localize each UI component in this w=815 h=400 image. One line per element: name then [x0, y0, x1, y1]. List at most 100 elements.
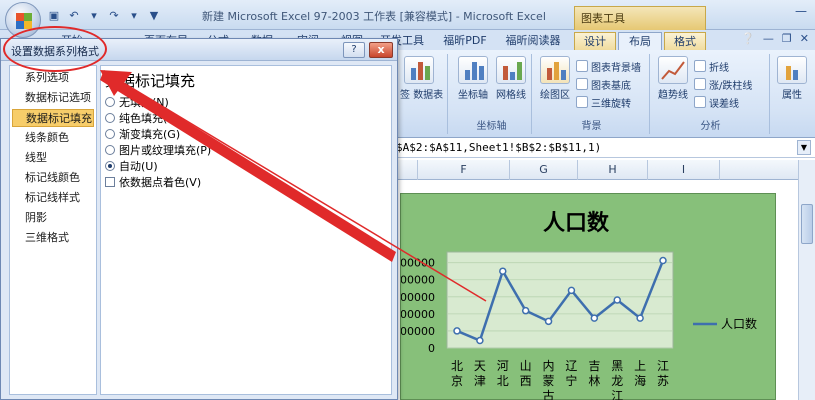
customize-qat-icon[interactable]: ▼ — [146, 7, 162, 23]
radio-gradient-fill[interactable] — [105, 128, 115, 139]
polyline-button[interactable]: 折线 — [694, 58, 729, 74]
group-title-background: 背景 — [581, 121, 602, 132]
nav-item-marker-fill[interactable]: 数据标记填充 — [12, 109, 94, 127]
tab-foxit-pdf[interactable]: 福昕PDF — [436, 32, 494, 50]
updown-bars-button[interactable]: 涨/跌柱线 — [694, 76, 752, 92]
chart-floor-button[interactable]: 图表基底 — [576, 76, 631, 92]
context-group-label: 图表工具 — [581, 12, 625, 25]
gridlines-icon — [496, 56, 526, 84]
trendline-button[interactable]: 趋势线 — [654, 56, 692, 101]
save-icon[interactable]: ▣ — [46, 7, 62, 23]
y-tick-label: 0000000 — [401, 257, 435, 270]
redo-icon[interactable]: ↷ — [106, 7, 122, 23]
nav-item-3d-format[interactable]: 三维格式 — [12, 229, 94, 247]
nav-item-marker-options[interactable]: 数据标记选项 — [12, 89, 94, 107]
nav-item-line-style[interactable]: 线型 — [12, 149, 94, 167]
data-point-marker[interactable] — [453, 327, 461, 335]
option-gradient-fill-label: 渐变填充(G) — [119, 127, 181, 141]
x-axis-ticks: 北京天津河北山西内蒙古辽宁吉林黑龙江上海江苏 — [451, 359, 669, 400]
data-point-marker[interactable] — [590, 314, 599, 322]
checkbox-vary-colors[interactable] — [105, 176, 115, 187]
option-picture-fill[interactable]: 图片或纹理填充(P) — [105, 142, 211, 157]
data-point-marker[interactable] — [521, 306, 530, 315]
x-tick-label: 山西 — [520, 359, 532, 388]
office-logo-icon — [16, 13, 32, 29]
data-table-icon — [404, 56, 434, 84]
nav-item-line-color[interactable]: 线条颜色 — [12, 129, 94, 147]
close-button[interactable]: x — [369, 42, 393, 58]
window-controls: — — [785, 0, 815, 22]
radio-automatic[interactable] — [105, 160, 115, 171]
option-solid-fill[interactable]: 纯色填充(S) — [105, 110, 179, 125]
chart-wall-button[interactable]: 图表背景墙 — [576, 58, 641, 74]
rotation-3d-button[interactable]: 三维旋转 — [576, 94, 631, 110]
option-no-fill[interactable]: 无填充(N) — [105, 94, 169, 109]
column-header-h[interactable]: H — [578, 160, 648, 180]
properties-button[interactable]: 属性 — [773, 56, 811, 101]
option-gradient-fill[interactable]: 渐变填充(G) — [105, 126, 180, 141]
data-point-marker[interactable] — [476, 336, 484, 345]
formula-text[interactable]: $A$2:$A$11,Sheet1!$B$2:$B$11,1) — [396, 141, 601, 154]
undo-icon[interactable]: ↶ — [66, 7, 82, 23]
option-no-fill-label: 无填充(N) — [119, 95, 169, 109]
minimize-icon[interactable]: — — [795, 4, 807, 18]
radio-solid-fill[interactable] — [105, 112, 115, 123]
column-header-g[interactable]: G — [510, 160, 578, 180]
rotation-3d-icon — [576, 96, 588, 108]
dropdown-icon[interactable]: ▾ — [126, 7, 142, 23]
column-header-partial[interactable] — [398, 160, 418, 180]
chart-area[interactable]: 人口数 000000000000000000000000000000000000… — [386, 193, 776, 400]
radio-no-fill[interactable] — [105, 96, 115, 107]
column-header-j[interactable] — [720, 160, 798, 180]
gridlines-button[interactable]: 网格线 — [492, 56, 530, 101]
y-tick-label: 0000000 — [401, 325, 435, 338]
column-header-f[interactable]: F — [418, 160, 510, 180]
tab-format[interactable]: 格式 — [664, 32, 706, 50]
x-tick-label: 黑龙江 — [611, 359, 623, 400]
x-tick-label: 江苏 — [657, 359, 669, 388]
data-point-marker[interactable] — [613, 296, 621, 304]
chart-wall-label: 图表背景墙 — [591, 62, 641, 74]
expand-formula-icon[interactable]: ▼ — [797, 140, 811, 155]
scrollbar-thumb[interactable] — [801, 204, 813, 244]
quick-access-toolbar: ▣ ↶ ▾ ↷ ▾ ▼ — [46, 6, 162, 24]
tab-layout[interactable]: 布局 — [618, 32, 662, 50]
help-icon[interactable]: ❔ — [741, 32, 755, 45]
column-header-i[interactable]: I — [648, 160, 720, 180]
data-table-button[interactable]: 签 数据表 — [400, 56, 443, 101]
error-bars-icon — [694, 96, 706, 108]
nav-item-marker-line-style[interactable]: 标记线样式 — [12, 189, 94, 207]
data-point-marker[interactable] — [544, 317, 553, 326]
restore-icon[interactable]: ❐ — [782, 32, 792, 45]
y-tick-label: 0000000 — [401, 274, 435, 287]
group-title-analysis: 分析 — [700, 121, 721, 132]
ribbon-right-controls: ❔ — ❐ ✕ — [741, 32, 809, 45]
plot-area-button[interactable]: 绘图区 — [536, 56, 574, 101]
dropdown-icon[interactable]: ▾ — [86, 7, 102, 23]
data-point-marker[interactable] — [636, 314, 644, 322]
nav-item-shadow[interactable]: 阴影 — [12, 209, 94, 227]
help-button[interactable]: ? — [343, 42, 365, 58]
minimize-icon[interactable]: — — [763, 32, 774, 45]
chart-floor-label: 图表基底 — [591, 80, 631, 92]
group-title-axes: 坐标轴 — [476, 121, 507, 132]
nav-item-marker-line-color[interactable]: 标记线颜色 — [12, 169, 94, 187]
data-point-marker[interactable] — [567, 286, 576, 295]
radio-picture-fill[interactable] — [105, 144, 115, 155]
vertical-scrollbar[interactable] — [798, 160, 815, 400]
data-point-marker[interactable] — [659, 256, 667, 265]
option-vary-colors[interactable]: 依数据点着色(V) — [105, 174, 201, 189]
option-automatic[interactable]: 自动(U) — [105, 158, 158, 173]
axes-button[interactable]: 坐标轴 — [454, 56, 492, 101]
line-chart: 人口数 000000000000000000000000000000000000… — [386, 210, 757, 400]
tab-foxit-reader[interactable]: 福昕阅读器 — [502, 32, 564, 50]
error-bars-button[interactable]: 误差线 — [694, 94, 739, 110]
data-point-marker[interactable] — [499, 267, 507, 275]
properties-icon — [777, 56, 807, 84]
data-table-label: 签 数据表 — [400, 86, 443, 101]
tab-design[interactable]: 设计 — [574, 32, 616, 50]
close-icon[interactable]: ✕ — [800, 32, 809, 45]
annotation-ellipse — [3, 26, 107, 72]
gridlines-label: 网格线 — [496, 90, 526, 101]
ribbon-group-background: 绘图区 图表背景墙 图表基底 三维旋转 背景 — [534, 54, 650, 134]
